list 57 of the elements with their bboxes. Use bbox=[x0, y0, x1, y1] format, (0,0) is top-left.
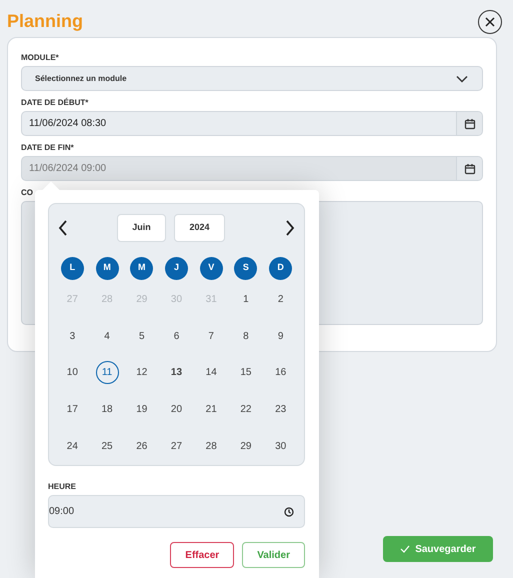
calendar-button[interactable] bbox=[456, 112, 482, 135]
calendar-day[interactable]: 9 bbox=[269, 324, 292, 348]
calendar-day[interactable]: 26 bbox=[130, 434, 154, 458]
close-icon bbox=[485, 16, 495, 26]
calendar-day[interactable]: 11 bbox=[96, 361, 119, 384]
calendar-day[interactable]: 16 bbox=[269, 361, 292, 384]
calendar-day[interactable]: 1 bbox=[234, 288, 258, 311]
month-select[interactable]: Juin bbox=[117, 214, 166, 242]
calendar-day[interactable]: 19 bbox=[130, 398, 154, 421]
calendar-icon bbox=[464, 118, 476, 130]
calendar-day[interactable]: 4 bbox=[96, 324, 119, 348]
page-title: Planning bbox=[7, 10, 83, 33]
time-field[interactable]: 09:00 bbox=[48, 495, 305, 528]
calendar-icon bbox=[464, 162, 476, 174]
calendar-day[interactable]: 22 bbox=[234, 398, 258, 421]
weekday-header: V bbox=[200, 256, 223, 280]
clock-icon bbox=[284, 506, 294, 516]
calendar-day[interactable]: 24 bbox=[60, 434, 84, 458]
calendar-day[interactable]: 21 bbox=[200, 398, 223, 421]
calendar-day[interactable]: 12 bbox=[130, 361, 154, 384]
calendar-day[interactable]: 25 bbox=[96, 434, 119, 458]
module-select[interactable]: Sélectionnez un module bbox=[21, 66, 483, 91]
weekday-header: S bbox=[234, 256, 258, 280]
weekday-header: D bbox=[269, 256, 292, 280]
time-label: HEURE bbox=[48, 482, 78, 492]
field-label: DATE DE DÉBUT* bbox=[21, 98, 90, 108]
calendar-day[interactable]: 18 bbox=[96, 398, 119, 421]
year-select[interactable]: 2024 bbox=[174, 214, 225, 242]
field-label: DATE DE FIN* bbox=[21, 143, 75, 153]
field-label: MODULE* bbox=[21, 53, 60, 63]
calendar-day[interactable]: 6 bbox=[164, 324, 188, 348]
close-button[interactable] bbox=[478, 10, 502, 34]
calendar-day[interactable]: 5 bbox=[130, 324, 154, 348]
action-button[interactable]: Effacer bbox=[170, 542, 234, 568]
calendar-day[interactable]: 3 bbox=[60, 324, 84, 348]
calendar-day[interactable]: 28 bbox=[200, 434, 223, 458]
calendar-day[interactable]: 13 bbox=[164, 361, 188, 384]
field-label: CO bbox=[21, 188, 34, 198]
calendar-day[interactable]: 15 bbox=[234, 361, 258, 384]
weekday-header: J bbox=[164, 256, 188, 280]
calendar-day[interactable]: 17 bbox=[60, 398, 84, 421]
weekday-header: M bbox=[130, 256, 154, 280]
calendar-day[interactable]: 8 bbox=[234, 324, 258, 348]
calendar-day[interactable]: 29 bbox=[234, 434, 258, 458]
calendar-day[interactable]: 14 bbox=[200, 361, 223, 384]
weekday-header: M bbox=[96, 256, 119, 280]
calendar-day[interactable]: 2 bbox=[269, 288, 292, 311]
calendar-day[interactable]: 10 bbox=[60, 361, 84, 384]
calendar-day[interactable]: 23 bbox=[269, 398, 292, 421]
weekday-header: L bbox=[60, 256, 84, 280]
check-icon bbox=[400, 545, 410, 553]
calendar-day[interactable]: 27 bbox=[164, 434, 188, 458]
chevron-down-icon bbox=[456, 74, 468, 82]
calendar-day[interactable]: 7 bbox=[200, 324, 223, 348]
date-field[interactable]: 11/06/2024 08:30 bbox=[21, 111, 483, 136]
calendar-day[interactable]: 30 bbox=[269, 434, 292, 458]
calendar-day[interactable]: 20 bbox=[164, 398, 188, 421]
